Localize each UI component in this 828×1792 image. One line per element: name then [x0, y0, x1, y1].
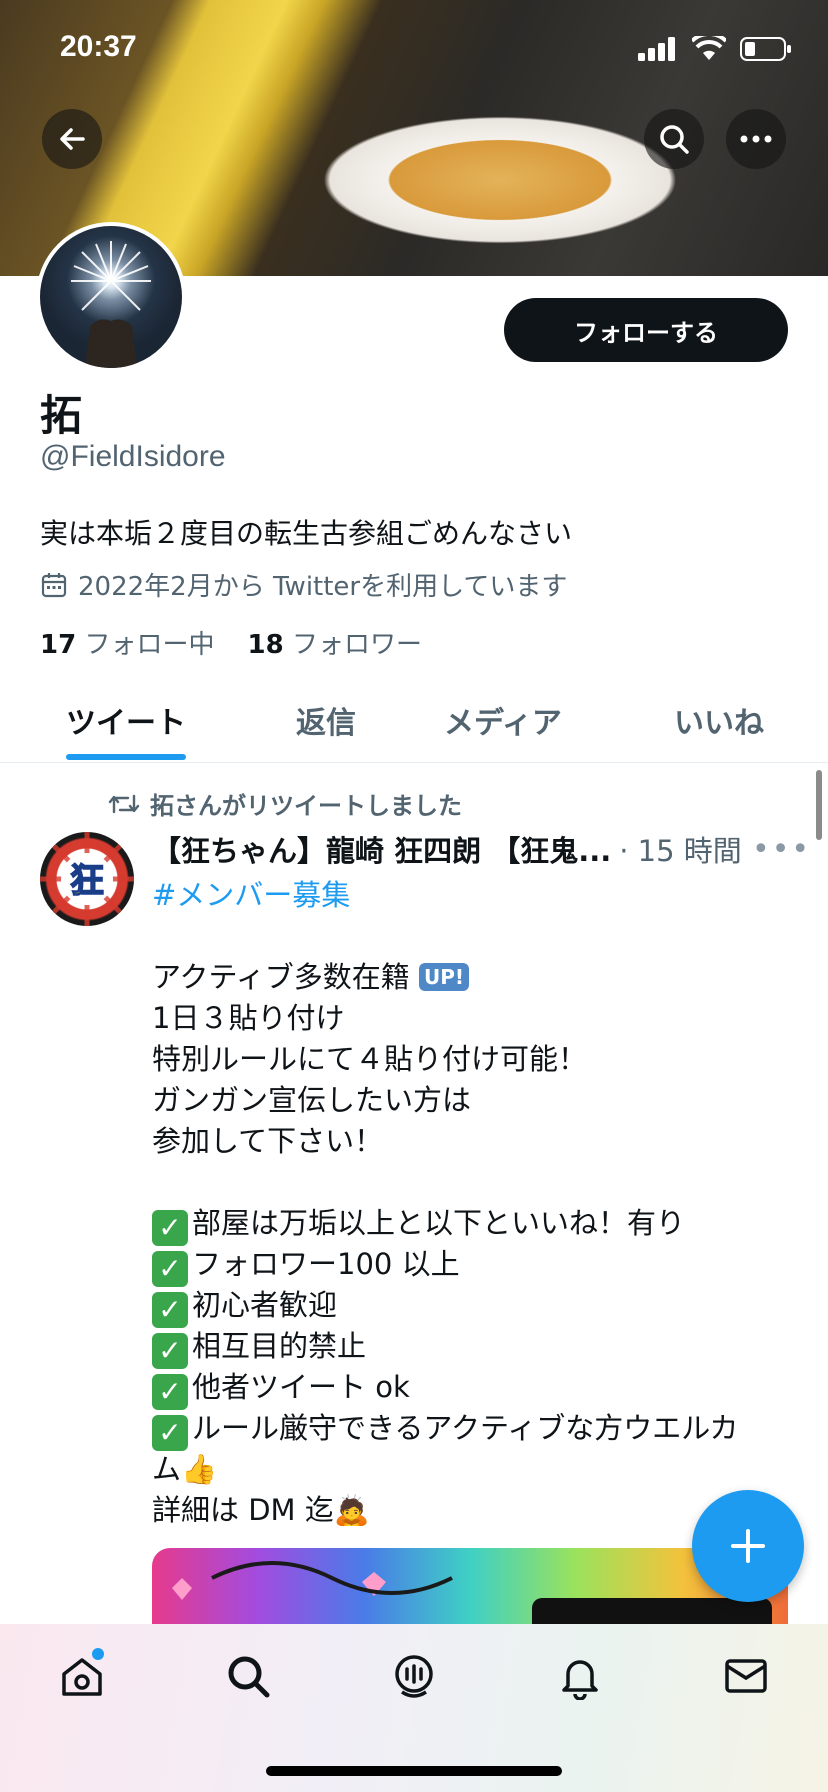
follow-button[interactable]: フォローする: [504, 298, 788, 362]
tweet-line: アクティブ多数在籍 UP!: [152, 954, 470, 996]
club-logo-icon: 狂: [40, 832, 134, 926]
tweet-line: 特別ルールにて４貼り付け可能！: [152, 1042, 588, 1076]
joined-text: 2022年2月から Twitterを利用しています: [78, 572, 568, 602]
nav-notifications[interactable]: [550, 1646, 610, 1706]
tweet-hashtag[interactable]: #メンバー募集: [152, 872, 350, 914]
profile-handle: @FieldIsidore: [40, 440, 226, 473]
tweet-time[interactable]: · 15 時間: [619, 828, 742, 870]
joined-date: 2022年2月から Twitterを利用しています: [40, 566, 567, 603]
home-indicator[interactable]: [266, 1766, 562, 1776]
tweet-line-text: フォロワー100 以上: [192, 1247, 460, 1281]
profile-bio: 実は本垢２度目の転生古参組ごめんなさい: [40, 517, 573, 550]
signal-icon: [638, 37, 675, 61]
search-icon: [660, 125, 689, 154]
svg-text:狂: 狂: [70, 861, 104, 901]
profile-avatar[interactable]: [36, 222, 186, 372]
tweet-line: 詳細は DM 迄🙇: [152, 1493, 370, 1527]
plus-icon: [731, 1529, 765, 1563]
battery-icon: [740, 37, 791, 61]
tweet-check-line: ✓ 初心者歓迎: [152, 1282, 337, 1328]
tweet-line: 参加して下さい！: [152, 1124, 384, 1158]
calendar-icon: [41, 572, 67, 597]
back-arrow-icon: [60, 128, 85, 150]
followers-count: 18: [247, 630, 284, 660]
nav-messages[interactable]: [716, 1646, 776, 1706]
following-count: 17: [40, 630, 77, 660]
tweet-line: 1日３貼り付け: [152, 1001, 345, 1035]
retweet-icon: [108, 794, 140, 813]
spaces-icon: [395, 1655, 433, 1698]
scrollbar[interactable]: [816, 770, 822, 840]
tweet-check-line: ✓ フォロワー100 以上: [152, 1241, 460, 1287]
search-icon: [228, 1656, 270, 1698]
tweet-check-line: ✓ 他者ツイート ok: [152, 1364, 410, 1410]
tweet-line: ガンガン宣伝したい方は: [152, 1083, 472, 1117]
home-unread-dot: [92, 1648, 104, 1660]
status-icons: [638, 36, 792, 62]
wifi-icon: [692, 36, 726, 60]
bell-icon: [562, 1660, 598, 1700]
tweet-check-line: ✓ 部屋は万垢以上と以下といいね！有り: [152, 1200, 685, 1246]
active-tab-indicator: [66, 754, 186, 760]
tweet-line-text: ルール厳守できるアクティブな方ウエルカ: [192, 1411, 739, 1445]
tweet-more-icon[interactable]: •••: [752, 832, 811, 867]
more-button[interactable]: [726, 109, 786, 169]
tweet-line-text: アクティブ多数在籍: [152, 960, 410, 994]
more-icon: [740, 135, 772, 143]
tweet-check-line: ✓ 相互目的禁止: [152, 1323, 366, 1369]
tweet-line-text: 部屋は万垢以上と以下といいね！有り: [192, 1206, 686, 1240]
followers-link[interactable]: 18 フォロワー: [248, 630, 422, 660]
following-link[interactable]: 17 フォロー中: [40, 630, 214, 660]
tweet-line: ム👍: [152, 1452, 218, 1486]
tweet-author-avatar[interactable]: 狂: [40, 832, 134, 926]
profile-name: 拓: [40, 391, 83, 440]
compose-tweet-button[interactable]: [692, 1490, 804, 1602]
tweet-line-text: 初心者歓迎: [192, 1288, 338, 1322]
tab-replies[interactable]: 返信: [296, 698, 356, 742]
retweet-label: 拓さんがリツイートしました: [150, 792, 462, 820]
followers-label: フォロワー: [291, 630, 422, 660]
follow-counts: 17 フォロー中 18 フォロワー: [40, 624, 422, 661]
fireworks-icon: [71, 241, 151, 368]
tweet-line-text: 他者ツイート ok: [192, 1370, 410, 1404]
nav-search[interactable]: [218, 1646, 278, 1706]
following-label: フォロー中: [84, 630, 215, 660]
nav-spaces[interactable]: [384, 1646, 444, 1706]
tweet-line-text: 相互目的禁止: [192, 1329, 367, 1363]
nav-home[interactable]: [52, 1646, 112, 1706]
search-button[interactable]: [644, 109, 704, 169]
status-time: 20:37: [60, 30, 137, 63]
up-badge: UP!: [419, 963, 470, 991]
back-button[interactable]: [42, 109, 102, 169]
tab-likes[interactable]: いいね: [674, 698, 764, 742]
retweet-indicator: 拓さんがリツイートしました: [108, 786, 462, 821]
mail-icon: [725, 1659, 767, 1693]
tweet-check-line: ✓ ルール厳守できるアクティブな方ウエルカ: [152, 1405, 738, 1451]
tab-media[interactable]: メディア: [444, 698, 562, 742]
tweet-header: 【狂ちゃん】龍崎 狂四朗 【狂鬼... · 15 時間: [152, 828, 792, 870]
tweet-author-name[interactable]: 【狂ちゃん】龍崎 狂四朗 【狂鬼...: [152, 828, 611, 870]
profile-tabs: ツイート 返信 メディア いいね: [0, 684, 828, 763]
tab-tweets[interactable]: ツイート: [66, 698, 186, 742]
